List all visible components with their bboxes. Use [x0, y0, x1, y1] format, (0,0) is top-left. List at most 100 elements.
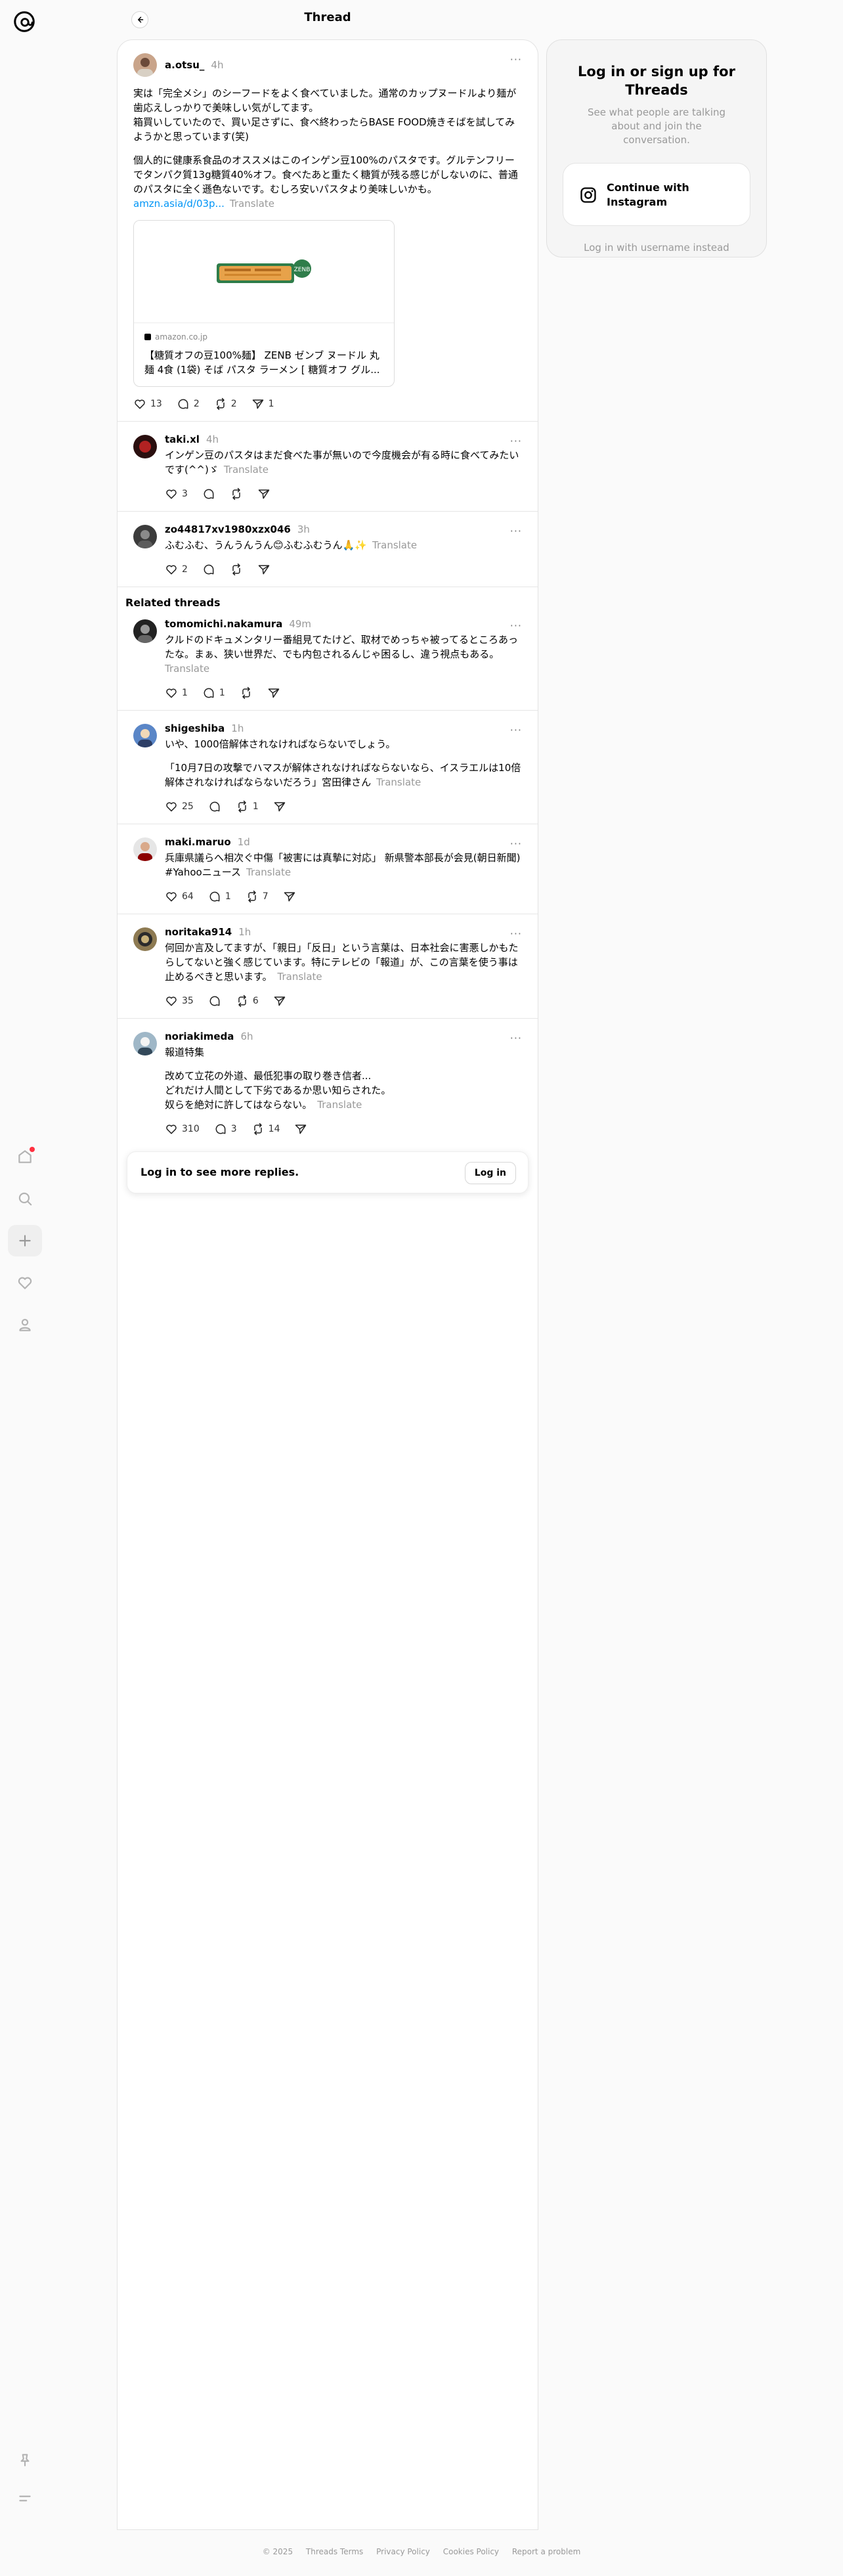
post-username[interactable]: a.otsu_ — [165, 59, 204, 71]
reply-button[interactable] — [208, 994, 221, 1008]
repost-button[interactable] — [230, 563, 243, 576]
like-button[interactable]: 310 — [165, 1122, 200, 1136]
link-preview-card[interactable]: ZENB amazon.co.jp 【糖質オフの豆100%麺】 ZENB ゼンブ… — [133, 220, 395, 387]
post-time[interactable]: 1h — [231, 722, 244, 734]
post-username[interactable]: zo44817xv1980xzx046 — [165, 523, 291, 535]
repost-button[interactable]: 1 — [236, 800, 259, 813]
share-button[interactable] — [273, 800, 286, 813]
post-time[interactable]: 49m — [289, 618, 311, 630]
like-button[interactable]: 25 — [165, 800, 194, 813]
repost-button[interactable]: 7 — [246, 890, 269, 903]
like-button[interactable]: 13 — [133, 397, 162, 411]
share-button[interactable] — [283, 890, 296, 903]
reply-button[interactable] — [202, 563, 215, 576]
post-username[interactable]: noritaka914 — [165, 926, 232, 938]
login-button[interactable]: Log in — [464, 1162, 516, 1184]
post-username[interactable]: taki.xl — [165, 433, 200, 445]
like-button[interactable]: 2 — [165, 563, 188, 576]
cookies-link[interactable]: Cookies Policy — [443, 2547, 499, 2556]
share-button[interactable] — [257, 563, 270, 576]
reply-button[interactable]: 2 — [177, 397, 200, 411]
comment-icon — [209, 801, 220, 812]
reply-button[interactable]: 3 — [214, 1122, 237, 1136]
profile-icon[interactable] — [8, 1309, 42, 1341]
translate-link[interactable]: Translate — [278, 971, 322, 983]
avatar[interactable] — [133, 724, 157, 747]
translate-link[interactable]: Translate — [165, 663, 209, 675]
send-icon — [274, 802, 285, 812]
post-time[interactable]: 4h — [206, 433, 219, 445]
repost-button[interactable]: 6 — [236, 994, 259, 1008]
share-button[interactable] — [257, 487, 270, 500]
translate-link[interactable]: Translate — [317, 1099, 362, 1111]
threads-logo-icon[interactable] — [12, 9, 37, 34]
avatar[interactable] — [133, 525, 157, 548]
repost-button[interactable]: 2 — [214, 397, 237, 411]
post-actions: 1 1 — [165, 686, 522, 700]
post-username[interactable]: noriakimeda — [165, 1031, 234, 1042]
search-icon[interactable] — [8, 1183, 42, 1214]
heart-icon[interactable] — [8, 1267, 42, 1299]
post-time[interactable]: 4h — [211, 59, 223, 71]
privacy-link[interactable]: Privacy Policy — [376, 2547, 430, 2556]
share-button[interactable] — [294, 1122, 307, 1136]
post-username[interactable]: tomomichi.nakamura — [165, 618, 282, 630]
avatar[interactable] — [133, 53, 157, 77]
more-options-icon[interactable]: ··· — [510, 53, 522, 66]
avatar[interactable] — [133, 1032, 157, 1055]
post-time[interactable]: 1d — [238, 836, 250, 848]
translate-link[interactable]: Translate — [376, 776, 421, 788]
avatar[interactable] — [133, 927, 157, 951]
more-options-icon[interactable]: ··· — [510, 1032, 522, 1044]
share-button[interactable]: 1 — [251, 397, 274, 411]
comment-icon — [178, 399, 188, 409]
pin-icon[interactable] — [8, 2445, 42, 2476]
page-header: Thread — [117, 0, 538, 39]
more-options-icon[interactable]: ··· — [510, 927, 522, 940]
create-plus-icon[interactable] — [8, 1225, 42, 1256]
reply-button[interactable] — [208, 800, 221, 813]
more-options-icon[interactable]: ··· — [510, 724, 522, 736]
home-icon[interactable] — [8, 1141, 42, 1172]
repost-icon — [238, 800, 246, 813]
reply-button[interactable] — [202, 487, 215, 500]
translate-link[interactable]: Translate — [372, 539, 417, 551]
post-username[interactable]: maki.maruo — [165, 836, 231, 848]
post-actions: 64 1 7 — [165, 890, 522, 903]
avatar[interactable] — [133, 837, 157, 861]
post-time[interactable]: 3h — [297, 523, 310, 535]
more-options-icon[interactable]: ··· — [510, 619, 522, 632]
like-button[interactable]: 64 — [165, 890, 194, 903]
reply-button[interactable]: 1 — [208, 890, 231, 903]
continue-with-instagram-button[interactable]: Continue with Instagram — [563, 163, 750, 226]
more-options-icon[interactable]: ··· — [510, 525, 522, 537]
more-options-icon[interactable]: ··· — [510, 435, 522, 447]
post-time[interactable]: 1h — [238, 926, 251, 938]
more-options-icon[interactable]: ··· — [510, 837, 522, 850]
main-post: a.otsu_ 4h ··· 実は「完全メシ」のシーフードをよく食べていました。… — [118, 40, 538, 422]
instagram-icon — [580, 187, 596, 203]
report-problem-link[interactable]: Report a problem — [512, 2547, 580, 2556]
username-login-link[interactable]: Log in with username instead — [547, 242, 766, 254]
post-link[interactable]: amzn.asia/d/03p... — [133, 198, 225, 210]
translate-link[interactable]: Translate — [246, 866, 291, 878]
share-button[interactable] — [267, 686, 280, 700]
avatar[interactable] — [133, 619, 157, 643]
copyright: © 2025 — [262, 2547, 293, 2556]
avatar[interactable] — [133, 435, 157, 458]
repost-button[interactable] — [240, 686, 253, 700]
reply-button[interactable]: 1 — [202, 686, 225, 700]
repost-button[interactable] — [230, 487, 243, 500]
menu-icon[interactable] — [8, 2483, 42, 2514]
translate-link[interactable]: Translate — [224, 464, 269, 476]
terms-link[interactable]: Threads Terms — [306, 2547, 363, 2556]
translate-link[interactable]: Translate — [230, 198, 274, 210]
post-username[interactable]: shigeshiba — [165, 722, 225, 734]
like-button[interactable]: 3 — [165, 487, 188, 500]
like-button[interactable]: 1 — [165, 686, 188, 700]
share-button[interactable] — [273, 994, 286, 1008]
repost-button[interactable]: 14 — [251, 1122, 280, 1136]
like-button[interactable]: 35 — [165, 994, 194, 1008]
post-time[interactable]: 6h — [240, 1031, 253, 1042]
reply-post: ··· zo44817xv1980xzx046 3h ふむふむ、うんうんうん😊ふむ… — [118, 512, 538, 587]
